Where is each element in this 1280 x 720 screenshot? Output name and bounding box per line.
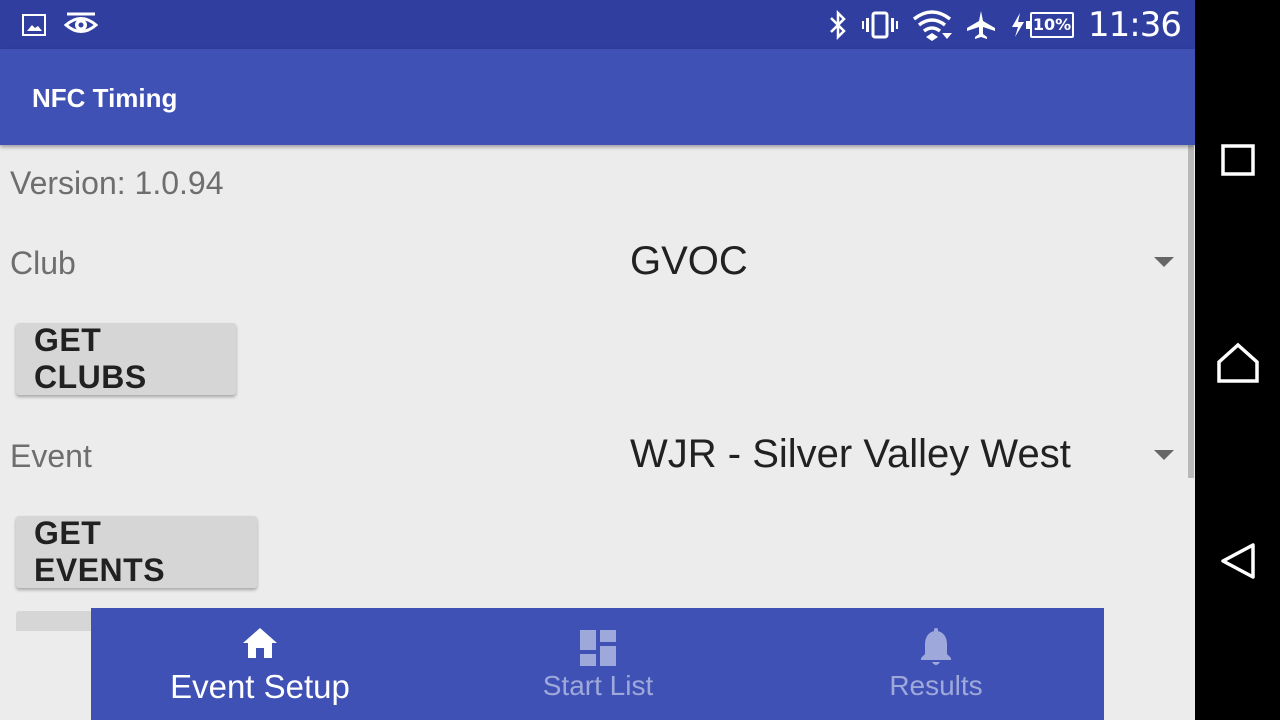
bell-icon [919,628,953,672]
charging-icon [1010,12,1026,38]
event-spinner[interactable]: WJR - Silver Valley West [630,432,1190,488]
nav-label-results: Results [889,670,983,701]
dashboard-icon [580,630,616,670]
nav-label-event-setup: Event Setup [170,668,350,705]
wifi-icon [912,9,953,41]
dropdown-arrow-icon [1154,450,1174,460]
recents-button[interactable] [1195,143,1280,181]
back-icon [1219,542,1257,584]
nav-item-event-setup[interactable]: Event Setup [91,608,429,720]
vibrate-icon [862,11,899,39]
system-navigation-bar [1195,0,1280,720]
nav-label-start-list: Start List [542,670,654,701]
back-button[interactable] [1195,542,1280,584]
gallery-icon [22,14,46,36]
event-label: Event [10,438,92,474]
app-title: NFC Timing [32,83,178,113]
app-screen: 10% 11:36 NFC Timing Version: 1.0.94 Clu… [0,0,1195,720]
version-text: Version: 1.0.94 [10,165,224,201]
scrollbar[interactable] [1188,145,1194,478]
bottom-navigation: Event Setup Start List Results [91,608,1104,720]
club-spinner[interactable]: GVOC [630,239,1190,295]
clock: 11:36 [1088,4,1182,45]
home-circle-icon [1216,342,1260,388]
club-spinner-value: GVOC [630,239,748,283]
recents-icon [1220,143,1256,181]
battery-percent: 10% [1026,11,1075,38]
home-icon [241,626,279,664]
bluetooth-icon [828,9,848,40]
home-button[interactable] [1195,342,1280,388]
app-bar: NFC Timing [0,49,1195,145]
eye-icon [64,10,98,40]
partially-hidden-button[interactable] [16,611,96,631]
nav-item-results[interactable]: Results [767,608,1105,720]
airplane-icon [966,10,996,40]
nav-item-start-list[interactable]: Start List [429,608,767,720]
status-bar: 10% 11:36 [0,0,1195,49]
event-spinner-value: WJR - Silver Valley West [630,432,1071,476]
get-events-button[interactable]: GET EVENTS [16,515,257,588]
get-clubs-button[interactable]: GET CLUBS [16,322,236,395]
dropdown-arrow-icon [1154,257,1174,267]
club-label: Club [10,245,76,281]
battery-indicator: 10% [1010,11,1075,38]
